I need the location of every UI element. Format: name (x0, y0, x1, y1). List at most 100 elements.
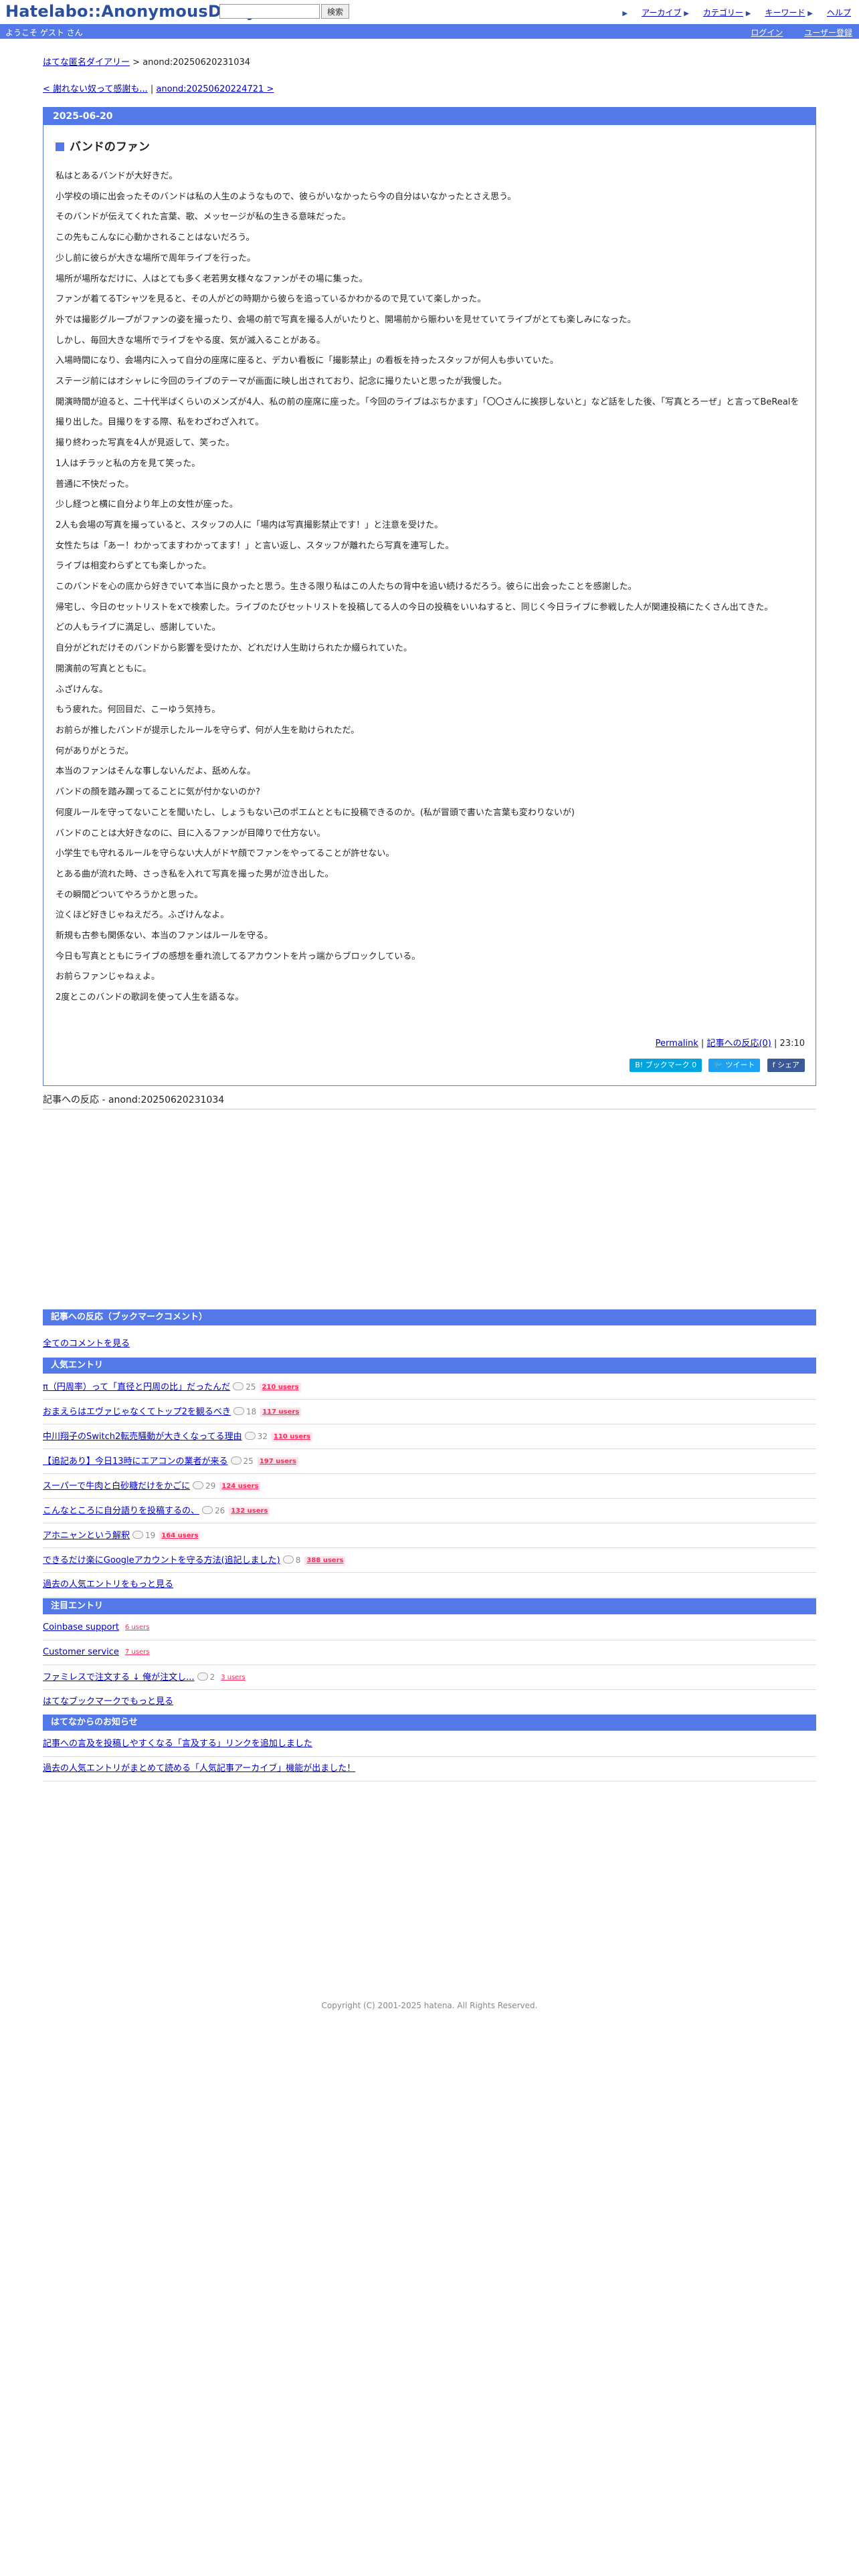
entry-paragraph: 1人はチラッと私の方を見て笑った。 (56, 458, 201, 469)
entry-paragraph: お前らが推したバンドが提示したルールを守らず、何が人生を助けられただ。 (56, 725, 360, 736)
entry-paragraph: 外では撮影グループがファンの姿を撮ったり、会場の前で写真を撮る人がいたりと、開場… (56, 314, 636, 325)
comment-count-value: 29 (205, 1481, 216, 1491)
comment-count[interactable]: 25 (230, 1449, 254, 1473)
comment-count[interactable]: 29 (193, 1474, 215, 1498)
comment-count-value: 19 (145, 1531, 156, 1540)
entry-paragraph: 何度ルールを守ってないことを聞いたし、しょうもない己のポエムとともに投稿できるの… (56, 807, 575, 818)
entry-paragraph: とある曲が流れた時、さっき私を入れて写真を撮った男が泣き出した。 (56, 869, 334, 879)
speech-bubble-icon (233, 1407, 244, 1415)
comment-count[interactable]: 26 (202, 1499, 225, 1523)
entry-paragraph: 少し前に彼らが大きな場所で周年ライブを行った。 (56, 253, 256, 263)
tweet-button[interactable]: 🐦 ツイート (708, 1059, 761, 1072)
speech-bubble-icon (230, 1457, 242, 1465)
welcome-text: ようこそ ゲスト さん (5, 28, 83, 37)
entry-paragraph: ステージ前にはオシャレに今回のライブのテーマが画面に映し出されており、記念に撮り… (56, 377, 507, 387)
nav-archive-link[interactable]: アーカイブ (642, 8, 681, 17)
list-item: おまえらはエヴァじゃなくてトップ2を観るべき 18 117 users (43, 1400, 816, 1424)
comment-count[interactable]: 8 (282, 1548, 300, 1572)
entry-paragraph: その瞬間どついてやろうかと思った。 (56, 889, 203, 900)
share-buttons: B! ブックマーク 0 🐦 ツイート f シェア (626, 1059, 805, 1072)
comment-count[interactable]: 2 (197, 1665, 215, 1689)
entry-paragraph: しかし、毎回大きな場所でライブをやる度、気が滅入ることがある。 (56, 335, 326, 346)
bookmark-users-badge[interactable]: 6 users (123, 1623, 152, 1632)
more-link[interactable]: はてなブックマークでもっと見る (43, 1697, 173, 1707)
entry-paragraph: 場所が場所なだけに、人はとても多く老若男女様々なファンがその場に集った。 (56, 274, 368, 284)
comment-count[interactable]: 25 (233, 1375, 256, 1399)
bookmark-users-badge[interactable]: 210 users (260, 1383, 301, 1392)
bookmark-comments: 全てのコメントを見る (43, 1332, 816, 1356)
next-entry-link[interactable]: anond:20250620224721 > (156, 84, 274, 94)
entry-link[interactable]: 中川翔子のSwitch2転売騒動が大きくなってる理由 (43, 1432, 242, 1442)
user-bar: ようこそ ゲスト さん ログイン ユーザー登録 (0, 24, 859, 39)
entry-link[interactable]: おまえらはエヴァじゃなくてトップ2を観るべき (43, 1407, 231, 1417)
speech-bubble-icon (197, 1673, 208, 1681)
comment-count[interactable]: 32 (244, 1424, 268, 1448)
bookmark-users-badge[interactable]: 124 users (219, 1482, 261, 1491)
search-button[interactable]: 検索 (321, 4, 350, 19)
bookmark-users-badge[interactable]: 110 users (271, 1432, 312, 1442)
list-item: π（円周率）って「直径と円周の比」だったんだ 25 210 users (43, 1375, 816, 1400)
bookmark-users-badge[interactable]: 3 users (219, 1673, 248, 1683)
comment-count[interactable]: 18 (233, 1400, 256, 1424)
speech-bubble-icon (132, 1531, 144, 1539)
entry-paragraph: 泣くほど好きじゃねえだろ。ふざけんなよ。 (56, 910, 229, 921)
entry-paragraph: もう疲れた。何回目だ、こーゆう気持ち。 (56, 705, 221, 716)
hatena-bookmark-button[interactable]: B! ブックマーク 0 (630, 1059, 702, 1072)
entry-link[interactable]: アホニャンという解釈 (43, 1531, 130, 1541)
bookmark-users-badge[interactable]: 117 users (260, 1408, 302, 1417)
triangle-right-icon: ▶ (684, 10, 689, 17)
entry-link[interactable]: ファミレスで注文する ↓ 俺が注文し... (43, 1673, 195, 1683)
entry-paragraph: 2度とこのバンドの歌詞を使って人生を語るな。 (56, 992, 244, 1003)
entry-link[interactable]: スーパーで牛肉と白砂糖だけをかごに (43, 1481, 190, 1491)
entry-link[interactable]: Customer service (43, 1647, 119, 1657)
top-header: Hatelabo::AnonymousDiary 検索 ▶ アーカイブ ▶ カテゴリ… (0, 0, 859, 24)
entry-title-text[interactable]: バンドのファン (70, 140, 150, 154)
entry-link[interactable]: こんなところに自分語りを投稿するの、 (43, 1506, 199, 1516)
bookmark-users-badge[interactable]: 132 users (229, 1507, 270, 1516)
entry-link[interactable]: π（円周率）って「直径と円周の比」だったんだ (43, 1382, 230, 1392)
all-comments-link[interactable]: 全てのコメントを見る (43, 1339, 130, 1349)
comment-count[interactable]: 19 (132, 1523, 155, 1547)
entry-link[interactable]: Coinbase support (43, 1622, 119, 1632)
title-square-icon (56, 142, 64, 151)
bookmark-users-badge[interactable]: 388 users (304, 1556, 346, 1566)
nav-help-link[interactable]: ヘルプ (827, 8, 851, 17)
entry-paragraph: 普通に不快だった。 (56, 479, 134, 490)
entry-paragraph: どの人もライブに満足し、感謝していた。 (56, 623, 221, 633)
comment-count-value: 25 (246, 1382, 256, 1392)
comment-count-value: 26 (215, 1506, 225, 1515)
prev-entry-link[interactable]: < 謝れない奴って感謝も... (43, 84, 148, 94)
facebook-share-button[interactable]: f シェア (767, 1059, 805, 1072)
reactions-link[interactable]: 記事への反応(0) (706, 1039, 771, 1049)
entry-title[interactable]: バンドのファン (56, 137, 150, 154)
speech-bubble-icon (233, 1382, 244, 1390)
bookmark-comments-heading: 記事への反応（ブックマークコメント） (43, 1309, 816, 1325)
popular-entries-list: π（円周率）って「直径と円周の比」だったんだ 25 210 users おまえらはエヴ… (43, 1375, 816, 1598)
entry-pager: < 謝れない奴って感謝も... | anond:20250620224721 > (43, 82, 816, 94)
entry-paragraph: 入場時間になり、会場内に入って自分の座席に座ると、デカい看板に「撮影禁止」の看板… (56, 356, 559, 366)
bookmark-users-badge[interactable]: 7 users (123, 1648, 152, 1657)
breadcrumb-home-link[interactable]: はてな匿名ダイアリー (43, 58, 130, 68)
entry-link[interactable]: できるだけ楽にGoogleアカウントを守る方法(追記しました) (43, 1555, 280, 1566)
news-link[interactable]: 過去の人気エントリがまとめて読める「人気記事アーカイブ」機能が出ました！ (43, 1763, 355, 1774)
entry-paragraph: バンドのことは大好きなのに、目に入るファンが目障りで仕方ない。 (56, 828, 326, 839)
entry-paragraph: この先もこんなに心動かされることはないだろう。 (56, 233, 255, 243)
nav-keyword-link[interactable]: キーワード (765, 8, 805, 17)
popular-entries-heading: 人気エントリ (43, 1358, 816, 1374)
login-link[interactable]: ログイン (751, 28, 783, 37)
search-input[interactable] (219, 4, 320, 19)
bookmark-users-badge[interactable]: 197 users (257, 1457, 298, 1467)
comment-count-value: 25 (243, 1457, 254, 1466)
list-item: 【追記あり】今日13時にエアコンの業者が来る 25 197 users (43, 1449, 816, 1474)
entry-paragraph: 少し経つと横に自分より年上の女性が座った。 (56, 500, 238, 510)
register-link[interactable]: ユーザー登録 (804, 28, 852, 37)
news-link[interactable]: 記事への言及を投稿しやすくなる「言及する」リンクを追加しました (43, 1739, 312, 1749)
permalink-link[interactable]: Permalink (656, 1039, 698, 1049)
entry-paragraph: 開演前の写真とともに。 (56, 663, 152, 674)
speech-bubble-icon (193, 1481, 204, 1489)
more-link[interactable]: 過去の人気エントリをもっと見る (43, 1580, 173, 1590)
nav-category-link[interactable]: カテゴリー (703, 8, 743, 17)
list-item: はてなブックマークでもっと見る (43, 1690, 816, 1715)
bookmark-users-badge[interactable]: 164 users (159, 1531, 201, 1541)
entry-link[interactable]: 【追記あり】今日13時にエアコンの業者が来る (43, 1457, 228, 1467)
